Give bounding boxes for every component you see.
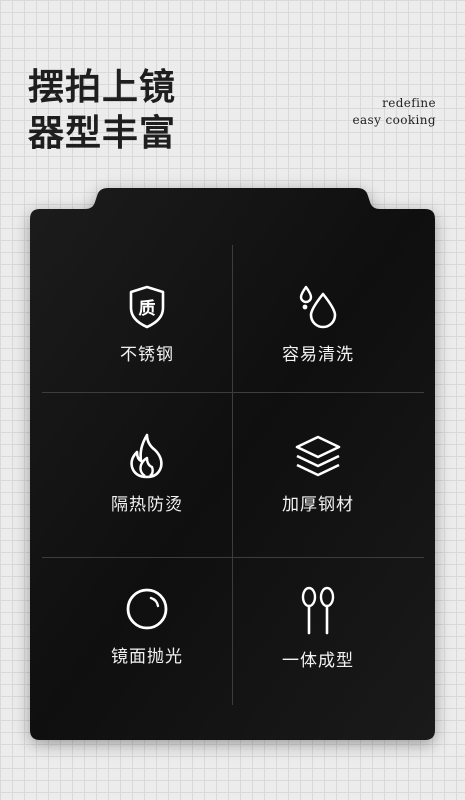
shield-quality-icon: 质: [129, 285, 165, 329]
feature-label: 容易清洗: [282, 345, 354, 365]
feature-mirror-polish: 镜面抛光: [52, 586, 242, 667]
grid-divider-horizontal-1: [42, 392, 424, 393]
feature-easy-clean: 容易清洗: [223, 284, 413, 365]
feature-label: 隔热防烫: [111, 495, 183, 515]
feature-stainless-steel: 质 不锈钢: [52, 284, 242, 365]
feature-label: 不锈钢: [120, 345, 174, 365]
mirror-circle-icon: [126, 588, 168, 630]
feature-heat-insulation: 隔热防烫: [52, 432, 242, 515]
water-drops-icon: [299, 285, 337, 329]
feature-label: 镜面抛光: [111, 647, 183, 667]
feature-label: 加厚钢材: [282, 495, 354, 515]
grid-divider-horizontal-2: [42, 557, 424, 558]
feature-thick-steel: 加厚钢材: [223, 432, 413, 515]
feature-label: 一体成型: [282, 651, 354, 671]
shield-quality-glyph: 质: [139, 299, 156, 319]
spoons-icon: [301, 586, 335, 635]
layers-icon: [295, 435, 341, 477]
flame-icon: [130, 433, 163, 479]
feature-one-piece: 一体成型: [223, 586, 413, 671]
